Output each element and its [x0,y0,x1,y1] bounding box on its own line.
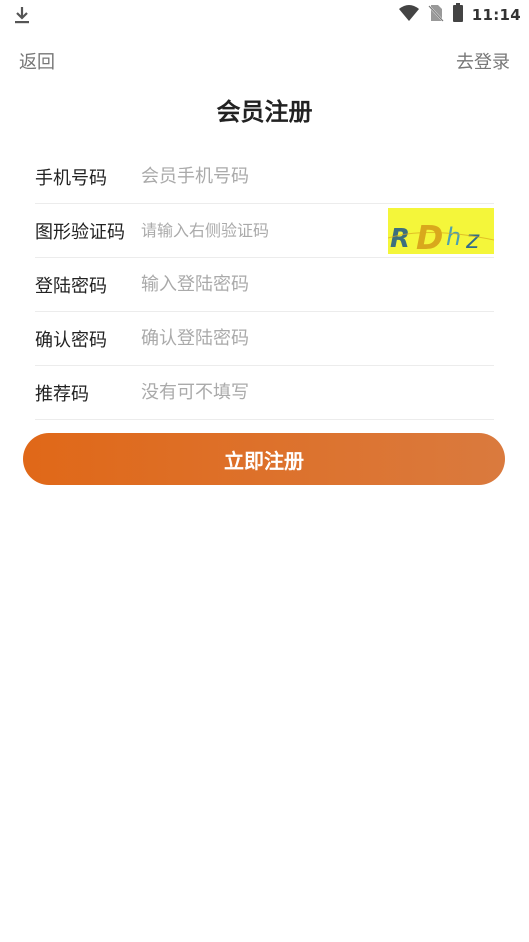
register-button[interactable]: 立即注册 [23,433,505,485]
captcha-label: 图形验证码 [35,221,125,243]
back-button[interactable]: 返回 [19,48,55,74]
phone-input[interactable] [141,161,494,192]
confirm-password-input[interactable] [141,323,494,354]
battery-icon [452,3,464,27]
captcha-char-3: h [446,223,461,251]
nav-bar: 返回 去登录 [0,44,529,76]
download-icon [12,5,32,25]
page-title: 会员注册 [216,98,313,126]
password-input[interactable] [141,269,494,300]
wifi-icon [398,4,420,26]
phone-row: 手机号码 [35,150,494,204]
password-row: 登陆密码 [35,258,494,312]
no-sim-icon [428,4,444,26]
confirm-password-row: 确认密码 [35,312,494,366]
captcha-image[interactable]: R D h z [387,208,495,257]
referral-input[interactable] [141,377,494,408]
referral-row: 推荐码 [35,366,494,420]
captcha-row: 图形验证码 R D h z [35,204,495,258]
go-login-link[interactable]: 去登录 [456,48,510,74]
captcha-char-4: z [465,225,480,254]
status-bar: 11:14 [0,0,529,30]
password-label: 登陆密码 [35,275,107,297]
register-form: 手机号码 图形验证码 R D h z 登陆密码 确认密码 推荐码 [35,150,495,420]
confirm-password-label: 确认密码 [35,329,107,351]
referral-label: 推荐码 [35,383,89,405]
captcha-char-1: R [390,224,410,254]
captcha-char-2: D [416,218,443,254]
status-time: 11:14 [471,6,521,24]
phone-label: 手机号码 [35,167,107,189]
